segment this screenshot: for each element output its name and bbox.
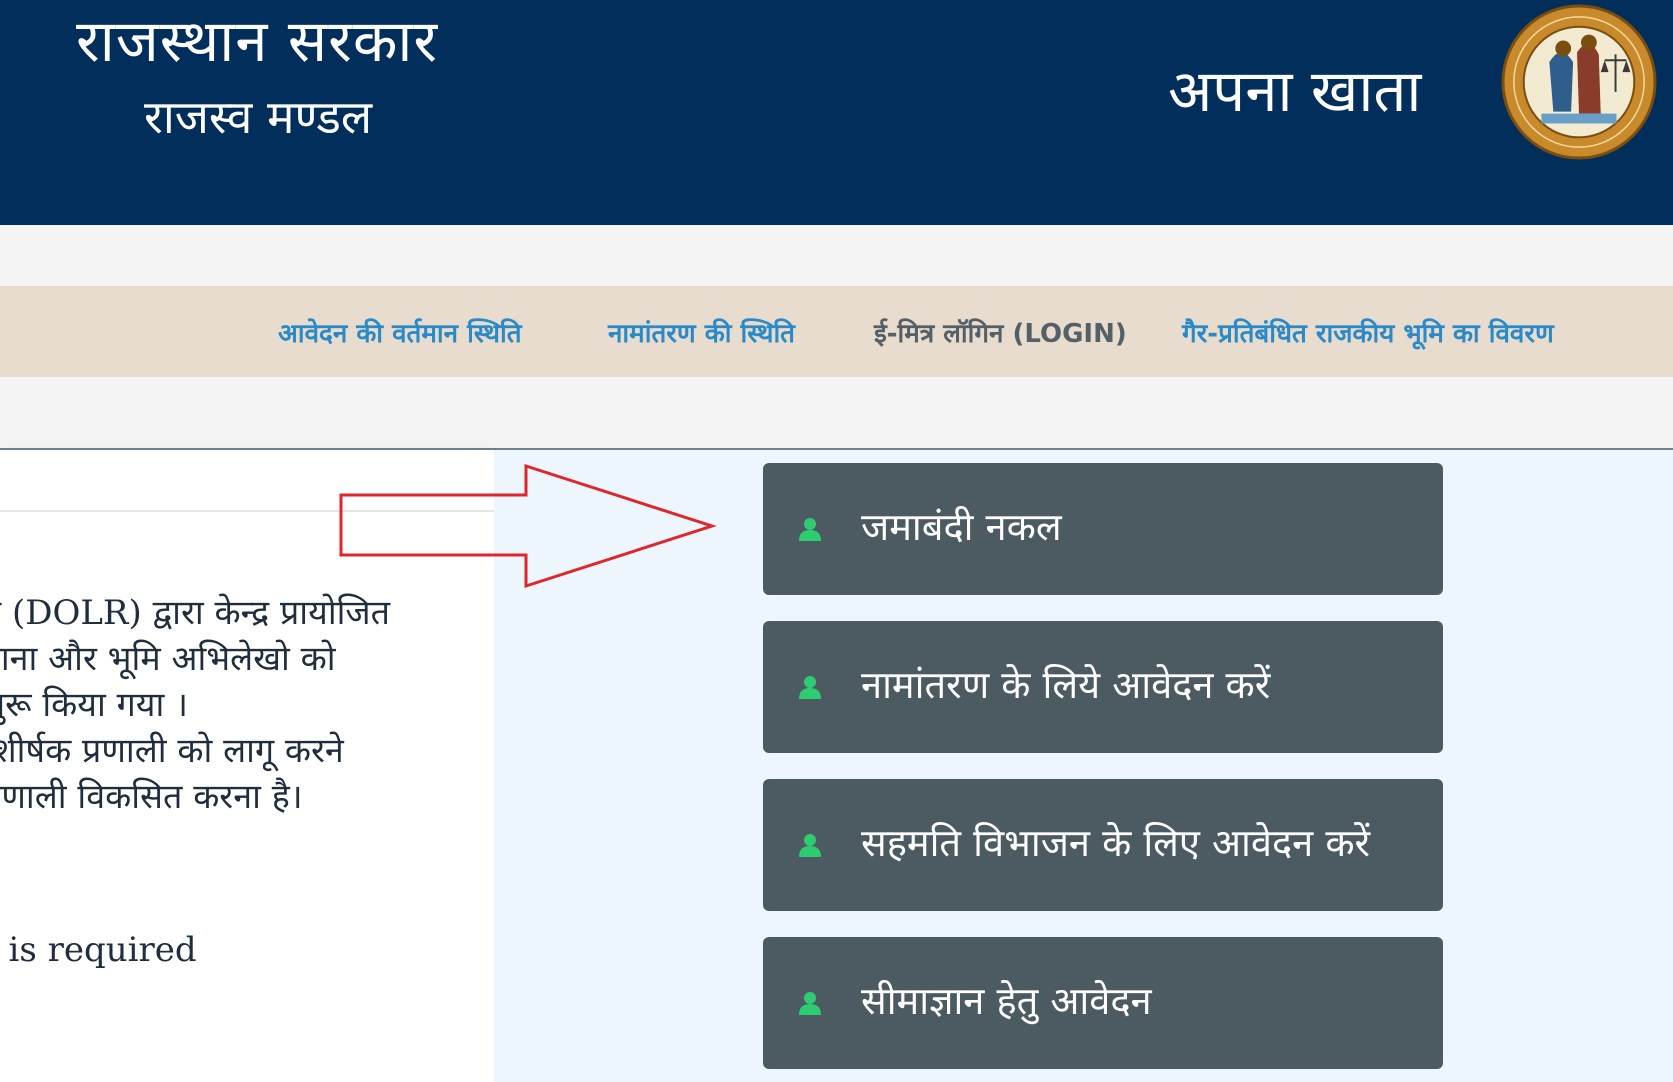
service-button-mutation-apply[interactable]: नामांतरण के लिये आवेदन करें: [763, 621, 1443, 753]
nav-unrestricted-govt-land[interactable]: गैर-प्रतिबंधित राजकीय भूमि का विवरण: [1182, 314, 1554, 350]
service-label: सीमाज्ञान हेतु आवेदन: [861, 979, 1152, 1023]
portal-title: अपना खाता: [1168, 57, 1422, 125]
main-nav: आवेदन की वर्तमान स्थिति नामांतरण की स्थि…: [0, 286, 1673, 377]
user-icon: [799, 834, 821, 857]
service-button-consent-partition[interactable]: सहमति विभाजन के लिए आवेदन करें: [763, 779, 1443, 911]
emblem-seal-icon: [1501, 4, 1657, 160]
service-button-boundary-demarcation[interactable]: सीमाज्ञान हेतु आवेदन: [763, 937, 1443, 1069]
user-icon: [799, 676, 821, 699]
nav-mutation-status[interactable]: नामांतरण की स्थिति: [608, 314, 795, 350]
service-button-jamabandi-copy[interactable]: जमाबंदी नकल: [763, 463, 1443, 595]
spacer-band: [0, 225, 1673, 286]
department-title: राजस्व मण्डल: [144, 90, 373, 144]
user-icon: [799, 992, 821, 1015]
intro-text-line: शुरू किया गया ।: [0, 685, 188, 725]
site-header: राजस्थान सरकार राजस्व मण्डल अपना खाता: [0, 0, 1673, 225]
intro-text-line: प्रणाली विकसित करना है।: [0, 777, 303, 817]
service-label: सहमति विभाजन के लिए आवेदन करें: [861, 821, 1371, 865]
nav-emitra-login[interactable]: ई-मित्र लॉगिन (LOGIN): [874, 314, 1127, 350]
user-icon: [799, 518, 821, 541]
intro-text-line: -शीर्षक प्रणाली को लागू करने: [0, 731, 344, 771]
annotation-arrow-icon: [339, 463, 717, 589]
spacer-band-2: [0, 377, 1673, 448]
required-message: t is required: [0, 930, 197, 970]
intro-text-line: नाना और भूमि अभिलेखो को: [0, 639, 336, 679]
government-title: राजस्थान सरकार: [76, 7, 439, 75]
service-label: जमाबंदी नकल: [861, 505, 1062, 549]
service-label: नामांतरण के लिये आवेदन करें: [861, 663, 1271, 707]
nav-application-status[interactable]: आवेदन की वर्तमान स्थिति: [278, 314, 522, 350]
